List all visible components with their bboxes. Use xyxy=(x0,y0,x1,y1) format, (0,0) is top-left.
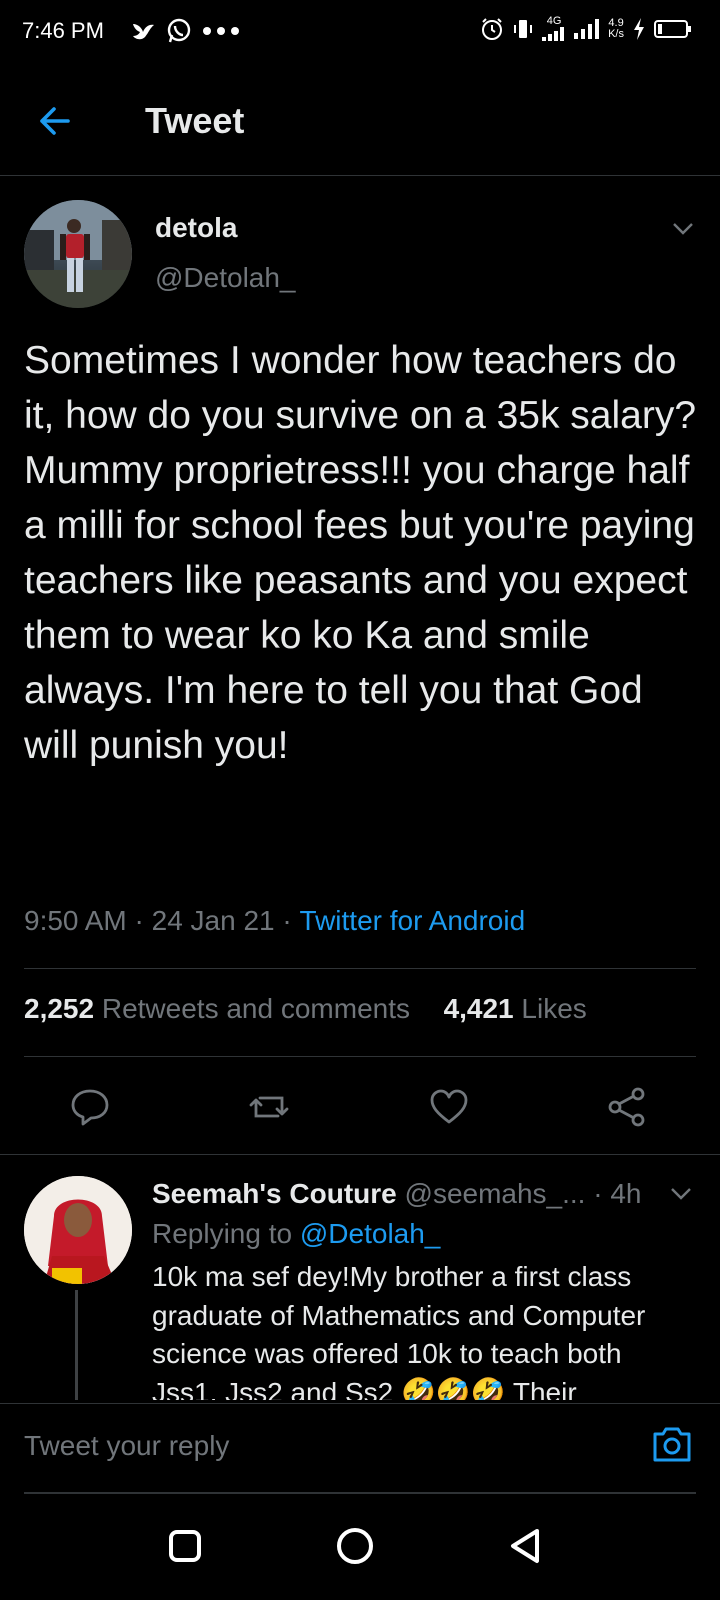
notification-icons xyxy=(130,18,240,44)
thread-line xyxy=(75,1290,78,1400)
reply-composer: Tweet your reply xyxy=(0,1403,720,1494)
bird-icon xyxy=(133,24,154,40)
more-dots-icon xyxy=(203,27,239,35)
replying-to: Replying to @Detolah_ xyxy=(152,1218,440,1250)
reply-input[interactable]: Tweet your reply xyxy=(24,1430,229,1462)
retweets-label: Retweets and comments xyxy=(101,993,410,1024)
network-type: 4G xyxy=(546,15,562,27)
tweet-time: 9:50 AM xyxy=(24,905,127,936)
author-handle[interactable]: @Detolah_ xyxy=(155,262,296,294)
system-icons: 4G 4.9 K/s xyxy=(480,16,692,41)
signal-icon xyxy=(542,27,565,41)
signal-icon xyxy=(574,18,600,39)
chevron-down-icon[interactable] xyxy=(668,1180,694,1206)
tweet-stats: 2,252 Retweets and comments 4,421 Likes xyxy=(24,993,587,1025)
status-time: 7:46 PM xyxy=(22,18,104,43)
divider xyxy=(0,1154,720,1155)
reply-header: Seemah's Couture @seemahs_... · 4h xyxy=(152,1178,642,1210)
likes-label: Likes xyxy=(521,993,587,1024)
system-navigation-bar xyxy=(0,1494,720,1600)
battery-icon xyxy=(654,19,691,38)
divider xyxy=(24,968,696,969)
back-arrow-icon[interactable] xyxy=(34,100,76,142)
chevron-down-icon[interactable] xyxy=(670,215,696,241)
retweets-count: 2,252 xyxy=(24,993,95,1024)
likes-count: 4,421 xyxy=(443,993,514,1024)
author-avatar[interactable] xyxy=(24,200,132,308)
net-speed-value: 4.9 xyxy=(608,16,624,29)
charging-icon xyxy=(634,17,644,40)
author-name[interactable]: detola xyxy=(155,212,237,244)
retweets-stat[interactable]: 2,252 Retweets and comments xyxy=(24,993,410,1024)
retweet-icon[interactable] xyxy=(248,1086,290,1128)
home-icon[interactable] xyxy=(333,1524,377,1568)
replying-prefix: Replying to xyxy=(152,1218,300,1249)
meta-separator: · xyxy=(126,905,152,936)
page-title: Tweet xyxy=(145,100,245,141)
recents-icon[interactable] xyxy=(163,1524,207,1568)
likes-stat[interactable]: 4,421 Likes xyxy=(444,993,587,1024)
avatar-photo xyxy=(24,200,132,308)
replying-mention-link[interactable]: @Detolah_ xyxy=(300,1218,441,1249)
vibrate-icon xyxy=(514,19,533,38)
tweet-source-link[interactable]: Twitter for Android xyxy=(300,905,526,937)
reply-avatar[interactable] xyxy=(24,1176,132,1284)
whatsapp-icon xyxy=(167,18,191,43)
tweet-text: Sometimes I wonder how teachers do it, h… xyxy=(24,339,697,767)
status-bar: 7:46 PM 4G 4.9 K/s xyxy=(0,0,720,66)
tweet-meta: 9:50 AM · 24 Jan 21 · Twitter for Androi… xyxy=(24,905,525,937)
reply-age: · 4h xyxy=(593,1178,642,1209)
reply-author-name[interactable]: Seemah's Couture xyxy=(152,1178,397,1209)
camera-icon[interactable] xyxy=(650,1422,694,1466)
share-icon[interactable] xyxy=(606,1086,648,1128)
meta-separator: · xyxy=(274,905,300,936)
heart-icon[interactable] xyxy=(428,1086,470,1128)
tweet-actions xyxy=(0,1056,720,1152)
net-speed-unit: K/s xyxy=(608,27,624,40)
reply-author-handle[interactable]: @seemahs_... xyxy=(405,1178,586,1209)
alarm-icon xyxy=(482,17,503,40)
back-nav-icon[interactable] xyxy=(503,1524,547,1568)
reply-text: 10k ma sef dey!My brother a first class … xyxy=(152,1261,646,1400)
avatar-photo xyxy=(24,1176,132,1284)
tweet-date: 24 Jan 21 xyxy=(151,905,275,936)
reply-icon[interactable] xyxy=(69,1086,111,1128)
tweet-header: Tweet xyxy=(0,70,720,176)
